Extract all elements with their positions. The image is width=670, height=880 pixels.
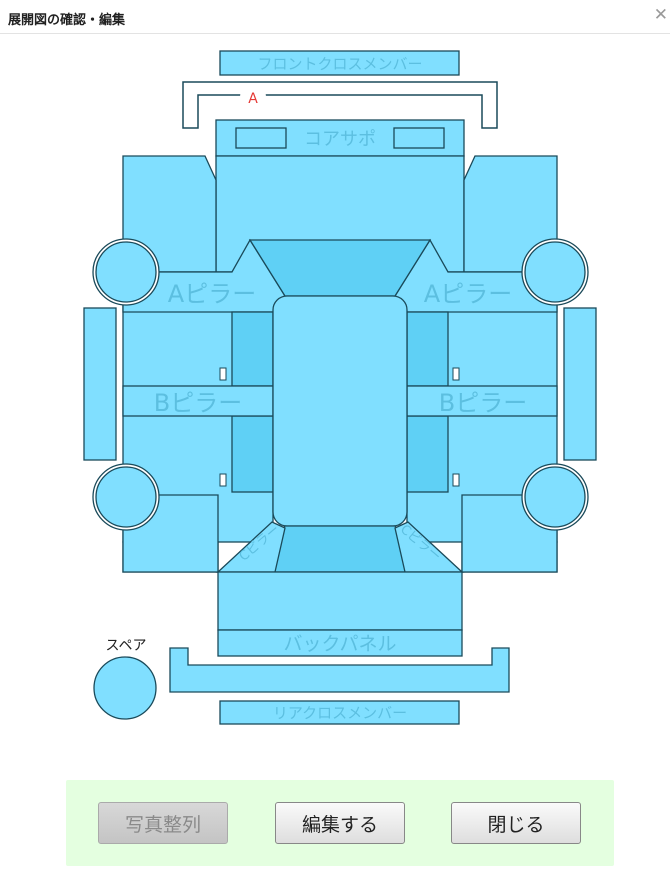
wheel-front-right[interactable] bbox=[521, 238, 589, 306]
door-handle-right-front bbox=[452, 367, 460, 381]
svg-text:フロントクロスメンバー: フロントクロスメンバー bbox=[257, 55, 422, 73]
svg-text:Bピラー: Bピラー bbox=[154, 389, 242, 417]
back-panel[interactable]: バックパネル bbox=[217, 629, 463, 657]
svg-text:Aピラー: Aピラー bbox=[168, 280, 256, 308]
rear-cross-member[interactable]: リアクロスメンバー bbox=[219, 700, 460, 725]
door-handle-right-rear bbox=[452, 473, 460, 487]
wheel-front-left[interactable] bbox=[92, 238, 160, 306]
dialog-title: 展開図の確認・編集 bbox=[8, 13, 126, 28]
svg-text:Bピラー: Bピラー bbox=[439, 389, 527, 417]
damage-marker-a[interactable]: A bbox=[240, 84, 266, 110]
core-support[interactable]: コアサポ bbox=[215, 119, 465, 157]
roof-panel[interactable] bbox=[272, 295, 408, 527]
dialog-titlebar: 展開図の確認・編集 ✕ bbox=[0, 0, 670, 34]
button-bar: 写真整列 編集する 閉じる bbox=[66, 780, 614, 866]
arrange-photos-button: 写真整列 bbox=[98, 802, 228, 844]
wheel-rear-right[interactable] bbox=[521, 463, 589, 531]
side-sill-left[interactable] bbox=[83, 307, 117, 461]
side-sill-right[interactable] bbox=[563, 307, 597, 461]
door-panel-right-front[interactable] bbox=[406, 311, 449, 387]
svg-text:Aピラー: Aピラー bbox=[424, 280, 512, 308]
svg-text:A: A bbox=[248, 91, 258, 107]
front-cross-member[interactable]: フロントクロスメンバー bbox=[219, 50, 460, 76]
b-pillar-left[interactable]: Bピラー bbox=[122, 385, 274, 417]
close-icon[interactable]: ✕ bbox=[654, 5, 668, 25]
wheel-rear-left[interactable] bbox=[92, 463, 160, 531]
svg-text:コアサポ: コアサポ bbox=[304, 129, 376, 150]
door-panel-left-rear[interactable] bbox=[231, 415, 274, 493]
spare-tire[interactable]: スペア bbox=[93, 638, 157, 720]
trunk-lid[interactable] bbox=[217, 571, 463, 631]
b-pillar-right[interactable]: Bピラー bbox=[406, 385, 558, 417]
vehicle-frame-diagram: フロントクロスメンバー A コアサポ Aピラー Aピラー Bピラー Bピラー C… bbox=[0, 34, 670, 774]
door-handle-left-rear bbox=[219, 473, 227, 487]
svg-text:リアクロスメンバー: リアクロスメンバー bbox=[273, 704, 407, 722]
door-panel-right-rear[interactable] bbox=[406, 415, 449, 493]
door-handle-left-front bbox=[219, 367, 227, 381]
svg-text:スペア: スペア bbox=[105, 638, 146, 654]
close-button[interactable]: 閉じる bbox=[451, 802, 581, 844]
door-panel-left-front[interactable] bbox=[231, 311, 274, 387]
edit-button[interactable]: 編集する bbox=[275, 802, 405, 844]
svg-text:バックパネル: バックパネル bbox=[283, 633, 396, 655]
